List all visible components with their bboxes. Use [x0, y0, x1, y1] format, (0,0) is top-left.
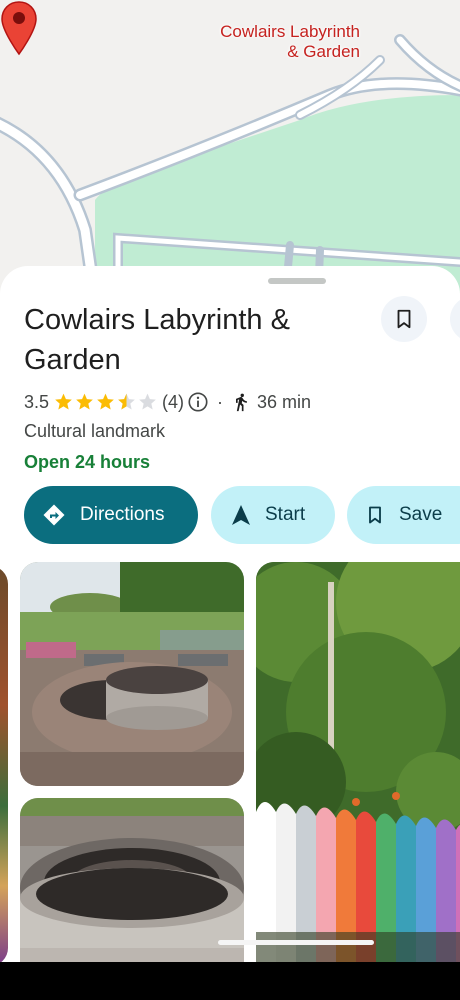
- star-full-icon: [97, 393, 114, 410]
- photo-image: [20, 562, 244, 786]
- system-navigation-bar: [0, 962, 460, 1000]
- separator-dot: ·: [217, 391, 224, 412]
- navigation-arrow-icon: [232, 505, 250, 525]
- review-count[interactable]: (4): [162, 392, 184, 413]
- directions-button[interactable]: Directions: [24, 486, 198, 544]
- photo-burnt-firepit-closeup[interactable]: [20, 798, 244, 962]
- place-details-sheet[interactable]: Cowlairs Labyrinth & Garden 3.5 (4) · 36…: [0, 266, 460, 962]
- star-full-icon: [55, 393, 72, 410]
- place-category: Cultural landmark: [24, 421, 166, 441]
- photo-brick-labyrinth-firepit[interactable]: [20, 562, 244, 786]
- walking-icon: [236, 393, 247, 412]
- sheet-drag-handle[interactable]: [268, 278, 326, 284]
- bookmark-icon: [369, 506, 381, 524]
- star-rating: [53, 392, 158, 412]
- walk-time: 36 min: [257, 391, 312, 412]
- photo-image: [256, 562, 460, 962]
- photo-colorful-bench-partial[interactable]: [0, 566, 8, 962]
- photo-image: [20, 798, 244, 962]
- save-place-button[interactable]: [381, 296, 427, 342]
- map-pin-icon[interactable]: [0, 0, 38, 56]
- open-hours-status[interactable]: Open 24 hours: [24, 452, 150, 473]
- map-view[interactable]: Cowlairs Labyrinth & Garden: [0, 0, 460, 300]
- start-label: Start: [265, 504, 306, 525]
- star-full-icon: [76, 393, 93, 410]
- save-label: Save: [399, 504, 443, 525]
- directions-diamond-icon: [43, 504, 65, 526]
- star-half-icon: [118, 393, 135, 410]
- info-icon[interactable]: [187, 391, 209, 413]
- save-button[interactable]: Save: [347, 486, 460, 544]
- home-gesture-bar[interactable]: [218, 940, 374, 945]
- place-title: Cowlairs Labyrinth & Garden: [24, 304, 290, 376]
- directions-label: Directions: [80, 504, 165, 525]
- rating-value: 3.5: [24, 391, 50, 412]
- star-empty-icon: [139, 393, 156, 410]
- photo-rainbow-bench-trees[interactable]: [256, 562, 460, 962]
- start-button[interactable]: Start: [211, 486, 335, 544]
- share-button[interactable]: [450, 296, 460, 342]
- bookmark-icon: [397, 309, 411, 329]
- rating-row[interactable]: 3.5 (4) · 36 min: [24, 390, 311, 414]
- map-place-label[interactable]: Cowlairs Labyrinth & Garden: [220, 22, 360, 62]
